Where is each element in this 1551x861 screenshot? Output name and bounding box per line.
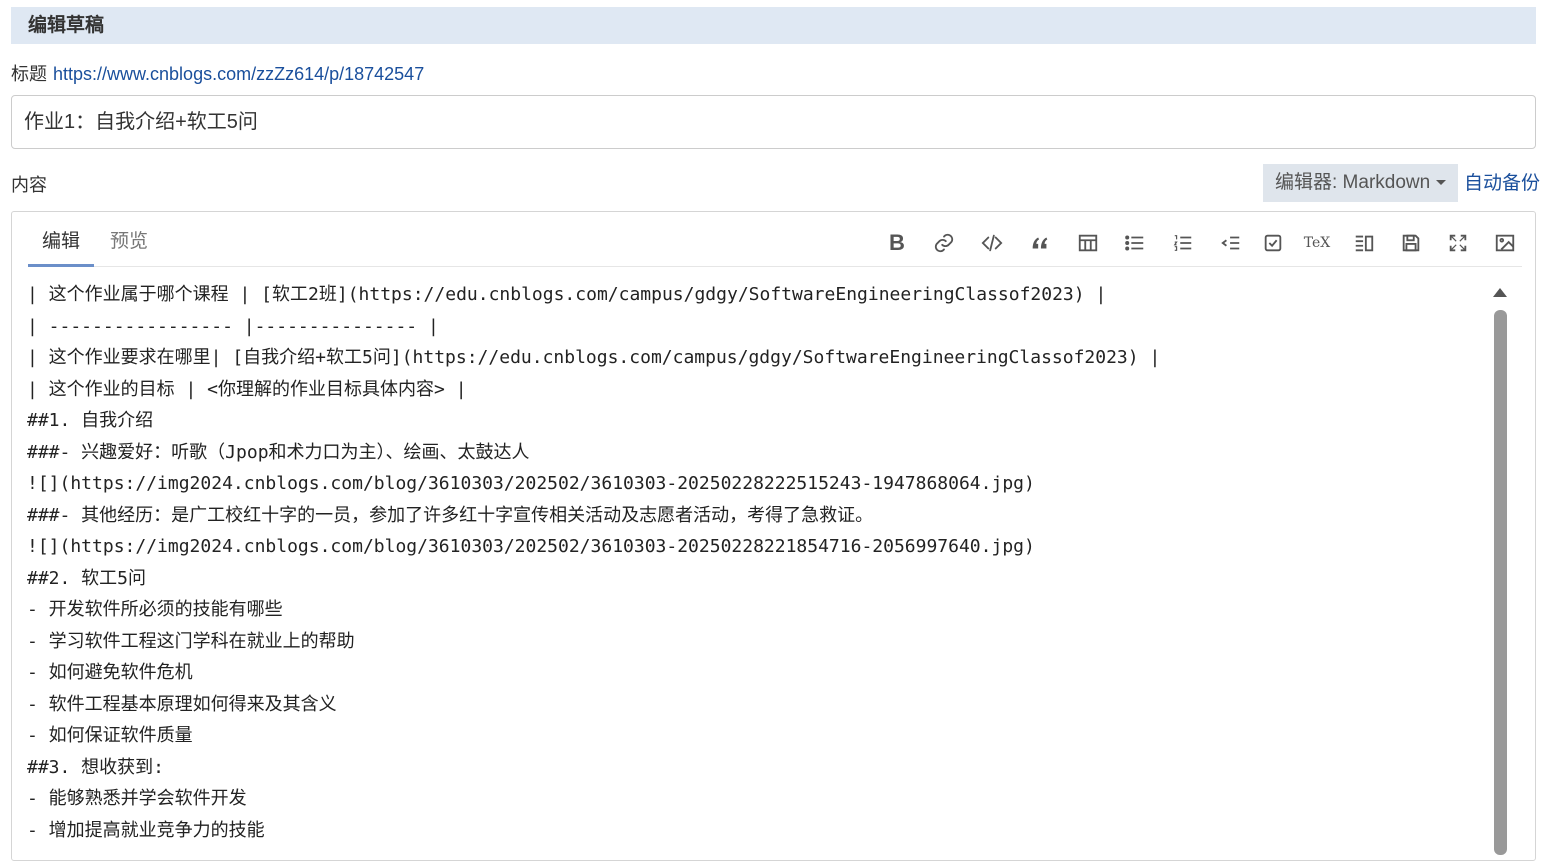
editor-line: ###- 其他经历：是广工校红十字的一员，参加了许多红十字宣传相关活动及志愿者活… — [27, 504, 874, 526]
content-label: 内容 — [11, 175, 47, 195]
tab-edit[interactable]: 编辑 — [28, 228, 94, 267]
caret-down-icon — [1436, 180, 1447, 186]
link-icon[interactable] — [929, 228, 959, 258]
editor-line: ![](https://img2024.cnblogs.com/blog/361… — [27, 473, 1035, 494]
editor-line: - 增加提高就业竞争力的技能 — [27, 819, 265, 841]
code-icon[interactable] — [977, 228, 1007, 258]
editor-line: ##2. 软工5问 — [27, 567, 147, 589]
checkbox-icon[interactable] — [1258, 228, 1288, 258]
save-icon[interactable] — [1396, 228, 1426, 258]
editor-type-label: 编辑器: Markdown — [1275, 172, 1431, 193]
markdown-textarea[interactable]: | 这个作业属于哪个课程 | [软工2班](https://edu.cnblog… — [27, 279, 1477, 846]
preview-split-icon[interactable] — [1349, 228, 1379, 258]
editor-line: ###- 兴趣爱好：听歌（Jpop和术力口为主）、绘画、太鼓达人 — [27, 441, 530, 463]
editor-line: - 能够熟悉并学会软件开发 — [27, 788, 247, 809]
tab-preview[interactable]: 预览 — [96, 228, 162, 266]
fullscreen-icon[interactable] — [1443, 228, 1473, 258]
editor-line: ##1. 自我介绍 — [27, 410, 154, 431]
autobackup-link[interactable]: 自动备份 — [1464, 172, 1540, 196]
quote-icon[interactable] — [1025, 228, 1055, 258]
ordered-list-icon[interactable] — [1168, 228, 1198, 258]
editor-type-dropdown[interactable]: 编辑器: Markdown — [1263, 164, 1458, 202]
editor-tabs: 编辑 预览 — [28, 228, 1522, 267]
editor-line: ##3. 想收获到: — [27, 756, 165, 778]
tex-icon[interactable]: TeX — [1302, 228, 1332, 258]
table-icon[interactable] — [1073, 228, 1103, 258]
editor-line: | 这个作业属于哪个课程 | [软工2班](https://edu.cnblog… — [27, 284, 1107, 305]
editor-line: - 开发软件所必须的技能有哪些 — [27, 599, 283, 620]
editor-line: - 学习软件工程这门学科在就业上的帮助 — [27, 630, 355, 652]
editor-line: - 如何保证软件质量 — [27, 725, 193, 746]
unordered-list-icon[interactable] — [1120, 228, 1150, 258]
title-label: 标题 — [11, 64, 47, 84]
title-input[interactable]: 作业1：自我介绍+软工5问 — [11, 95, 1536, 149]
section-header: 编辑草稿 — [11, 7, 1536, 44]
editor-line: ![](https://img2024.cnblogs.com/blog/361… — [27, 536, 1035, 557]
image-icon[interactable] — [1490, 228, 1520, 258]
editor-line: - 如何避免软件危机 — [27, 662, 193, 683]
bold-icon[interactable]: B — [882, 228, 912, 258]
scrollbar-thumb[interactable] — [1494, 310, 1507, 855]
editor-line: | 这个作业的目标 | <你理解的作业目标具体内容> | — [27, 378, 467, 400]
editor-line: | 这个作业要求在哪里| [自我介绍+软工5问](https://edu.cnb… — [27, 347, 1161, 368]
outdent-icon[interactable] — [1216, 228, 1246, 258]
title-row: 标题 https://www.cnblogs.com/zzZz614/p/1874… — [11, 63, 424, 85]
editor-line: - 软件工程基本原理如何得来及其含义 — [27, 693, 337, 715]
post-url-link[interactable]: https://www.cnblogs.com/zzZz614/p/187425… — [53, 64, 424, 84]
scroll-up-arrow-icon[interactable] — [1493, 288, 1507, 297]
editor-line: | ----------------- |--------------- | — [27, 315, 439, 337]
